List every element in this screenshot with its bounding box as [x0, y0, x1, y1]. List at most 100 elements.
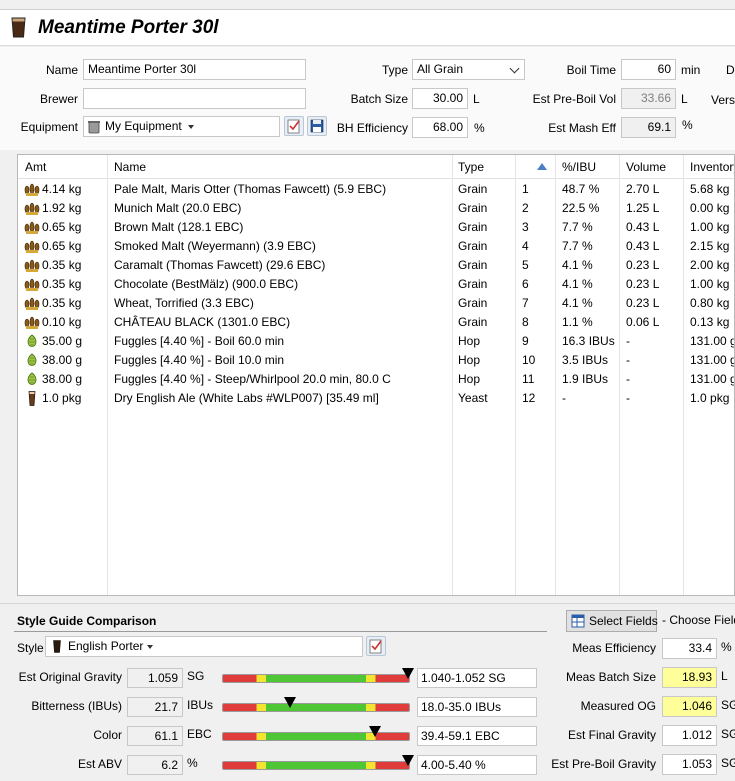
- row-pct-ibu: 4.1 %: [562, 258, 593, 272]
- row-type: Grain: [458, 220, 488, 234]
- ingredients-table[interactable]: Amt Name Type %/IBU Volume Inventory 4.1…: [17, 154, 735, 596]
- gauge-marker: [402, 668, 414, 679]
- select-fields-button[interactable]: Select Fields: [566, 610, 658, 632]
- ingredient-row[interactable]: 0.35 kg Caramalt (Thomas Fawcett) (29.6 E…: [18, 256, 734, 275]
- chevron-down-icon: [509, 63, 520, 74]
- grain-icon: [24, 201, 40, 216]
- grain-icon: [24, 220, 40, 235]
- row-amount: 0.35 kg: [42, 277, 82, 291]
- style-value: English Porter: [68, 639, 144, 653]
- style-range-text: 4.00-5.40 %: [417, 755, 537, 775]
- ingredient-row[interactable]: 0.35 kg Chocolate (BestMälz) (900.0 EBC) G…: [18, 275, 734, 294]
- grain-icon: [24, 296, 40, 311]
- ingredient-row[interactable]: 35.00 g Fuggles [4.40 %] - Boil 60.0 min H…: [18, 332, 734, 351]
- column-header-volume[interactable]: Volume: [626, 160, 666, 174]
- batch-size-label: Batch Size: [350, 92, 408, 106]
- equipment-select[interactable]: My Equipment: [83, 116, 280, 137]
- pint-glass-icon: [11, 17, 26, 38]
- row-inventory: 1.0 pkg: [690, 391, 730, 405]
- ingredient-row[interactable]: 4.14 kg Pale Malt, Maris Otter (Thomas Fa…: [18, 180, 734, 199]
- gauge-marker: [368, 726, 381, 737]
- yeast-icon: [24, 391, 40, 406]
- hop-icon: [24, 372, 40, 387]
- checklist-icon: [287, 119, 300, 134]
- row-amount: 0.35 kg: [42, 296, 82, 310]
- row-volume: 0.06 L: [626, 315, 660, 329]
- row-amount: 0.65 kg: [42, 220, 82, 234]
- row-type: Grain: [458, 239, 488, 253]
- column-header-inventory[interactable]: Inventory: [690, 160, 734, 174]
- style-select[interactable]: English Porter: [45, 636, 363, 657]
- edit-style-button[interactable]: [366, 636, 386, 656]
- measured-value-field[interactable]: 1.046: [662, 696, 717, 717]
- row-name: Fuggles [4.40 %] - Boil 10.0 min: [114, 353, 285, 367]
- ingredient-row[interactable]: 0.35 kg Wheat, Torrified (3.3 EBC) Grain 7 4…: [18, 294, 734, 313]
- measured-value-field[interactable]: 1.012: [662, 725, 717, 746]
- row-name: Munich Malt (20.0 EBC): [114, 201, 242, 215]
- grain-icon: [24, 315, 40, 330]
- batch-size-field[interactable]: 30.00: [412, 88, 468, 109]
- select-fields-label: Select Fields: [589, 614, 658, 628]
- column-header-type[interactable]: Type: [458, 160, 484, 174]
- recipe-title: Meantime Porter 30l: [38, 17, 219, 38]
- column-header-amt[interactable]: Amt: [25, 160, 46, 174]
- row-volume: 0.23 L: [626, 296, 660, 310]
- section-divider: [14, 631, 547, 632]
- boil-time-label: Boil Time: [566, 63, 616, 77]
- ingredient-row[interactable]: 38.00 g Fuggles [4.40 %] - Boil 10.0 min H…: [18, 351, 734, 370]
- row-pct-ibu: 4.1 %: [562, 277, 593, 291]
- ingredient-row[interactable]: 0.10 kg CHÂTEAU BLACK (1301.0 EBC) Grain 8 1…: [18, 313, 734, 332]
- style-label: Style: [17, 641, 44, 655]
- brewer-field[interactable]: [83, 88, 306, 109]
- row-volume: 1.25 L: [626, 201, 660, 215]
- row-number: 5: [522, 258, 529, 272]
- ingredient-row[interactable]: 1.0 pkg Dry English Ale (White Labs #WLP0…: [18, 389, 734, 408]
- stat-value: 6.2: [127, 755, 183, 775]
- measured-value-field[interactable]: 1.053: [662, 754, 717, 775]
- boil-time-unit: min: [681, 63, 701, 77]
- row-name: Pale Malt, Maris Otter (Thomas Fawcett) …: [114, 182, 387, 196]
- ingredient-row[interactable]: 0.65 kg Brown Malt (128.1 EBC) Grain 3 7.7 %…: [18, 218, 734, 237]
- ingredient-row[interactable]: 1.92 kg Munich Malt (20.0 EBC) Grain 2 22.5 …: [18, 199, 734, 218]
- column-header-pct-ibu[interactable]: %/IBU: [562, 160, 596, 174]
- grain-icon: [24, 258, 40, 273]
- bh-efficiency-field[interactable]: 68.00: [412, 117, 468, 138]
- column-header-name[interactable]: Name: [114, 160, 146, 174]
- name-field[interactable]: Meantime Porter 30l: [83, 59, 306, 80]
- ingredient-row[interactable]: 0.65 kg Smoked Malt (Weyermann) (3.9 EBC)…: [18, 237, 734, 256]
- row-number: 3: [522, 220, 529, 234]
- stat-value: 21.7: [127, 697, 183, 717]
- preboil-vol-field: 33.66: [621, 88, 676, 109]
- preboil-vol-unit: L: [681, 92, 688, 106]
- row-number: 12: [522, 391, 536, 405]
- row-pct-ibu: 1.9 IBUs: [562, 372, 609, 386]
- style-range-text: 1.040-1.052 SG: [417, 668, 537, 688]
- row-type: Grain: [458, 201, 488, 215]
- type-value: All Grain: [417, 62, 464, 76]
- row-pct-ibu: -: [562, 391, 566, 405]
- row-inventory: 0.80 kg: [690, 296, 730, 310]
- measured-value-field[interactable]: 18.93: [662, 667, 717, 688]
- stat-label: Est Original Gravity: [18, 670, 122, 684]
- measured-unit: SG: [721, 756, 735, 770]
- row-name: Smoked Malt (Weyermann) (3.9 EBC): [114, 239, 316, 253]
- measured-unit: %: [721, 640, 732, 654]
- row-amount: 0.10 kg: [42, 315, 82, 329]
- measured-label: Est Final Gravity: [567, 728, 656, 742]
- row-volume: 0.23 L: [626, 277, 660, 291]
- type-select[interactable]: All Grain: [412, 59, 525, 80]
- boil-time-field[interactable]: 60: [621, 59, 676, 80]
- row-volume: -: [626, 391, 630, 405]
- row-type: Hop: [458, 372, 481, 386]
- row-type: Grain: [458, 315, 488, 329]
- edit-equipment-button[interactable]: [284, 116, 304, 136]
- pint-glass-icon: [53, 640, 61, 653]
- ingredient-row[interactable]: 38.00 g Fuggles [4.40 %] - Steep/Whirlpoo…: [18, 370, 734, 389]
- sort-ascending-icon[interactable]: [537, 163, 547, 170]
- row-name: Fuggles [4.40 %] - Boil 60.0 min: [114, 334, 285, 348]
- measured-value-field[interactable]: 33.4: [662, 638, 717, 659]
- gauge-marker: [402, 755, 414, 766]
- stat-value: 1.059: [127, 668, 183, 688]
- row-amount: 38.00 g: [42, 353, 83, 367]
- row-volume: 0.43 L: [626, 220, 660, 234]
